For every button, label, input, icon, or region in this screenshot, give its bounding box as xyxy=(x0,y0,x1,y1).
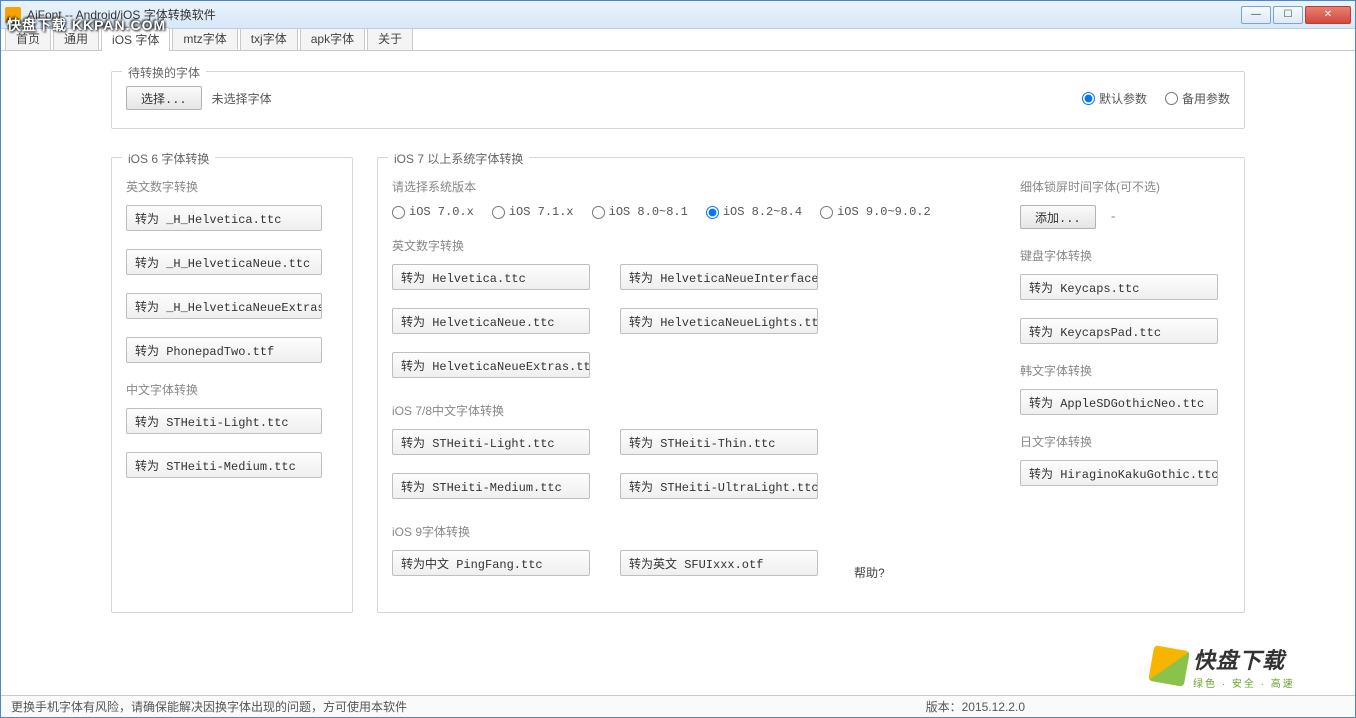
radio-ios80[interactable]: iOS 8.0~8.1 xyxy=(592,205,688,219)
status-bar: 更换手机字体有风险，请确保能解决因换字体出现的问题，方可使用本软件 版本：201… xyxy=(1,695,1355,717)
ios7-cn-l1[interactable]: 转为 STHeiti-Medium.ttc xyxy=(392,473,590,499)
status-text: 更换手机字体有风险，请确保能解决因换字体出现的问题，方可使用本软件 xyxy=(11,698,407,715)
help-link[interactable]: 帮助? xyxy=(854,564,885,581)
ios7-cn-r1[interactable]: 转为 STHeiti-UltraLight.ttc xyxy=(620,473,818,499)
kb-btn-0[interactable]: 转为 Keycaps.ttc xyxy=(1020,274,1218,300)
kr-label: 韩文字体转换 xyxy=(1020,362,1230,379)
ios6-en-label: 英文数字转换 xyxy=(126,178,338,195)
radio-backup-params[interactable]: 备用参数 xyxy=(1165,90,1230,107)
ios9-cn-btn[interactable]: 转为中文 PingFang.ttc xyxy=(392,550,590,576)
kb-label: 键盘字体转换 xyxy=(1020,247,1230,264)
ios7-cn-r0[interactable]: 转为 STHeiti-Thin.ttc xyxy=(620,429,818,455)
ios6-cn-btn-1[interactable]: 转为 STHeiti-Medium.ttc xyxy=(126,452,322,478)
dash: - xyxy=(1110,210,1117,224)
brand-logo-icon xyxy=(1148,645,1190,687)
titlebar: AiFont -- Android/iOS 字体转换软件 快盘下载 KKPAN.… xyxy=(1,1,1355,29)
window-title: AiFont -- Android/iOS 字体转换软件 xyxy=(27,6,216,23)
ios6-en-btn-0[interactable]: 转为 _H_Helvetica.ttc xyxy=(126,205,322,231)
ios7-en-label: 英文数字转换 xyxy=(392,237,990,254)
ios7-group: iOS 7 以上系统字体转换 请选择系统版本 iOS 7.0.x iOS 7.1… xyxy=(377,157,1245,613)
tab-ios-font[interactable]: iOS 字体 xyxy=(101,27,170,51)
ios7-en-l2[interactable]: 转为 HelveticaNeueExtras.ttc xyxy=(392,352,590,378)
tab-txj[interactable]: txj字体 xyxy=(240,26,298,50)
tab-apk[interactable]: apk字体 xyxy=(300,26,365,50)
app-icon xyxy=(5,7,21,23)
brand-slogan: 绿色 · 安全 · 高速 xyxy=(1193,675,1295,690)
radio-default-params[interactable]: 默认参数 xyxy=(1082,90,1147,107)
add-thin-font-button[interactable]: 添加... xyxy=(1020,205,1096,229)
ios6-en-btn-3[interactable]: 转为 PhonepadTwo.ttf xyxy=(126,337,322,363)
ios7-version-label: 请选择系统版本 xyxy=(392,178,990,195)
content-area: 待转换的字体 选择... 未选择字体 默认参数 备用参数 iOS 6 字体转换 … xyxy=(1,51,1355,695)
ios7-legend: iOS 7 以上系统字体转换 xyxy=(388,150,529,167)
minimize-button[interactable]: — xyxy=(1241,6,1271,24)
ios7-en-r1[interactable]: 转为 HelveticaNeueLights.ttc xyxy=(620,308,818,334)
ios7-en-l0[interactable]: 转为 Helvetica.ttc xyxy=(392,264,590,290)
ios7-cn-label: iOS 7/8中文字体转换 xyxy=(392,402,990,419)
radio-ios90[interactable]: iOS 9.0~9.0.2 xyxy=(820,205,931,219)
kb-btn-1[interactable]: 转为 KeycapsPad.ttc xyxy=(1020,318,1218,344)
ios7-cn-l0[interactable]: 转为 STHeiti-Light.ttc xyxy=(392,429,590,455)
tab-bar: 首页 通用 iOS 字体 mtz字体 txj字体 apk字体 关于 xyxy=(1,29,1355,51)
tab-general[interactable]: 通用 xyxy=(53,26,99,50)
thin-label: 细体锁屏时间字体(可不选) xyxy=(1020,178,1230,195)
tab-mtz[interactable]: mtz字体 xyxy=(172,26,237,50)
source-font-group: 待转换的字体 选择... 未选择字体 默认参数 备用参数 xyxy=(111,71,1245,129)
app-window: AiFont -- Android/iOS 字体转换软件 快盘下载 KKPAN.… xyxy=(0,0,1356,718)
select-font-button[interactable]: 选择... xyxy=(126,86,202,110)
jp-label: 日文字体转换 xyxy=(1020,433,1230,450)
maximize-button[interactable]: ☐ xyxy=(1273,6,1303,24)
ios6-cn-btn-0[interactable]: 转为 STHeiti-Light.ttc xyxy=(126,408,322,434)
kr-btn[interactable]: 转为 AppleSDGothicNeo.ttc xyxy=(1020,389,1218,415)
ios6-en-btn-1[interactable]: 转为 _H_HelveticaNeue.ttc xyxy=(126,249,322,275)
brand-watermark: 快盘下载 绿色 · 安全 · 高速 xyxy=(1151,641,1351,691)
ios6-en-btn-2[interactable]: 转为 _H_HelveticaNeueExtras.ttc xyxy=(126,293,322,319)
ios9-label: iOS 9字体转换 xyxy=(392,523,990,540)
source-font-legend: 待转换的字体 xyxy=(122,64,206,81)
radio-ios70[interactable]: iOS 7.0.x xyxy=(392,205,474,219)
brand-name: 快盘下载 xyxy=(1193,643,1295,675)
ios6-legend: iOS 6 字体转换 xyxy=(122,150,215,167)
no-font-selected-label: 未选择字体 xyxy=(212,90,272,107)
radio-ios71[interactable]: iOS 7.1.x xyxy=(492,205,574,219)
ios9-en-btn[interactable]: 转为英文 SFUIxxx.otf xyxy=(620,550,818,576)
radio-ios82[interactable]: iOS 8.2~8.4 xyxy=(706,205,802,219)
jp-btn[interactable]: 转为 HiraginoKakuGothic.ttc xyxy=(1020,460,1218,486)
tab-home[interactable]: 首页 xyxy=(5,26,51,50)
ios7-version-radios: iOS 7.0.x iOS 7.1.x iOS 8.0~8.1 iOS 8.2~… xyxy=(392,205,990,219)
ios7-en-l1[interactable]: 转为 HelveticaNeue.ttc xyxy=(392,308,590,334)
ios6-group: iOS 6 字体转换 英文数字转换 转为 _H_Helvetica.ttc 转为… xyxy=(111,157,353,613)
ios7-en-r0[interactable]: 转为 HelveticaNeueInterface.ttc xyxy=(620,264,818,290)
ios6-cn-label: 中文字体转换 xyxy=(126,381,338,398)
version-label: 版本：2015.12.2.0 xyxy=(926,698,1025,715)
tab-about[interactable]: 关于 xyxy=(367,26,413,50)
close-button[interactable]: ✕ xyxy=(1305,6,1351,24)
